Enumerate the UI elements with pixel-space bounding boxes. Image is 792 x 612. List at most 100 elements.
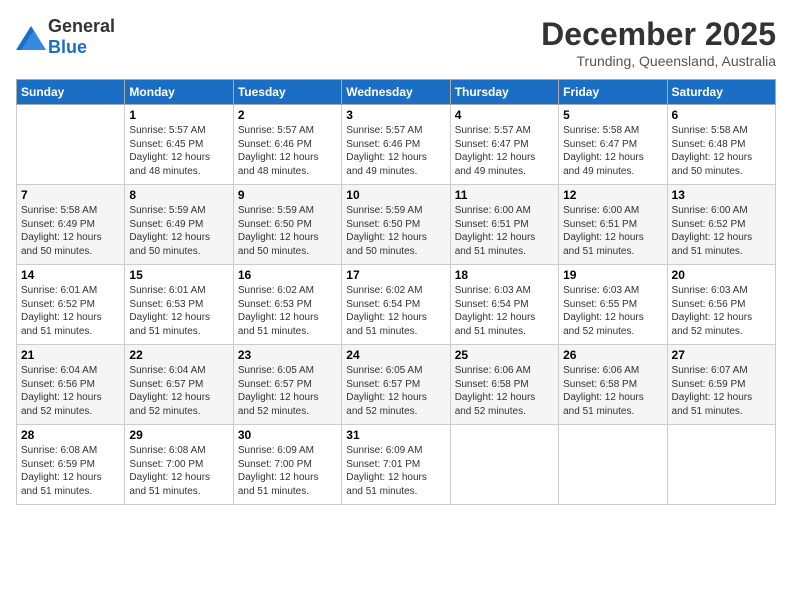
day-info: Sunrise: 6:05 AMSunset: 6:57 PMDaylight:…	[346, 364, 445, 418]
day-number: 29	[129, 428, 228, 442]
calendar-cell: 26Sunrise: 6:06 AMSunset: 6:58 PMDayligh…	[559, 345, 667, 425]
page-header: General Blue December 2025 Trunding, Que…	[16, 16, 776, 69]
calendar-cell: 4 Sunrise: 5:57 AMSunset: 6:47 PMDaylight…	[450, 105, 558, 185]
calendar-week-row: 14Sunrise: 6:01 AMSunset: 6:52 PMDayligh…	[17, 265, 776, 345]
day-number: 2	[238, 108, 337, 122]
day-number: 14	[21, 268, 120, 282]
day-info: Sunrise: 6:04 AMSunset: 6:56 PMDaylight:…	[21, 364, 120, 418]
day-number: 24	[346, 348, 445, 362]
calendar-cell: 30 Sunrise: 6:09 AMSunset: 7:00 PMDayligh…	[233, 425, 341, 505]
calendar-cell: 19 Sunrise: 6:03 AMSunset: 6:55 PMDayligh…	[559, 265, 667, 345]
day-info: Sunrise: 6:09 AMSunset: 7:00 PMDaylight:…	[238, 444, 337, 498]
calendar-cell: 23Sunrise: 6:05 AMSunset: 6:57 PMDayligh…	[233, 345, 341, 425]
day-info: Sunrise: 6:01 AMSunset: 6:53 PMDaylight:…	[129, 284, 228, 338]
day-number: 15	[129, 268, 228, 282]
day-number: 19	[563, 268, 662, 282]
dow-header: Wednesday	[342, 80, 450, 105]
days-of-week-row: SundayMondayTuesdayWednesdayThursdayFrid…	[17, 80, 776, 105]
day-info: Sunrise: 5:57 AMSunset: 6:45 PMDaylight:…	[129, 124, 228, 178]
day-info: Sunrise: 6:03 AMSunset: 6:56 PMDaylight:…	[672, 284, 771, 338]
calendar-cell	[559, 425, 667, 505]
calendar-cell: 22 Sunrise: 6:04 AMSunset: 6:57 PMDayligh…	[125, 345, 233, 425]
calendar-cell: 25 Sunrise: 6:06 AMSunset: 6:58 PMDayligh…	[450, 345, 558, 425]
day-number: 27	[672, 348, 771, 362]
calendar-cell: 20 Sunrise: 6:03 AMSunset: 6:56 PMDayligh…	[667, 265, 775, 345]
calendar-week-row: 21 Sunrise: 6:04 AMSunset: 6:56 PMDayligh…	[17, 345, 776, 425]
calendar-cell: 6 Sunrise: 5:58 AMSunset: 6:48 PMDaylight…	[667, 105, 775, 185]
day-number: 30	[238, 428, 337, 442]
calendar-cell: 13 Sunrise: 6:00 AMSunset: 6:52 PMDayligh…	[667, 185, 775, 265]
day-number: 10	[346, 188, 445, 202]
day-number: 4	[455, 108, 554, 122]
day-number: 8	[129, 188, 228, 202]
day-info: Sunrise: 5:58 AMSunset: 6:47 PMDaylight:…	[563, 124, 662, 178]
calendar-cell: 9 Sunrise: 5:59 AMSunset: 6:50 PMDaylight…	[233, 185, 341, 265]
calendar-week-row: 7 Sunrise: 5:58 AMSunset: 6:49 PMDaylight…	[17, 185, 776, 265]
logo-text: General Blue	[48, 16, 115, 58]
calendar-body: 1Sunrise: 5:57 AMSunset: 6:45 PMDaylight…	[17, 105, 776, 505]
day-info: Sunrise: 6:03 AMSunset: 6:55 PMDaylight:…	[563, 284, 662, 338]
calendar-cell: 2Sunrise: 5:57 AMSunset: 6:46 PMDaylight…	[233, 105, 341, 185]
location-title: Trunding, Queensland, Australia	[541, 53, 776, 69]
month-title: December 2025	[541, 16, 776, 53]
calendar-cell: 10Sunrise: 5:59 AMSunset: 6:50 PMDayligh…	[342, 185, 450, 265]
calendar-cell: 11Sunrise: 6:00 AMSunset: 6:51 PMDayligh…	[450, 185, 558, 265]
calendar-cell	[17, 105, 125, 185]
day-info: Sunrise: 5:59 AMSunset: 6:50 PMDaylight:…	[238, 204, 337, 258]
calendar-cell: 15 Sunrise: 6:01 AMSunset: 6:53 PMDayligh…	[125, 265, 233, 345]
day-info: Sunrise: 6:00 AMSunset: 6:51 PMDaylight:…	[563, 204, 662, 258]
day-info: Sunrise: 6:02 AMSunset: 6:54 PMDaylight:…	[346, 284, 445, 338]
day-info: Sunrise: 5:57 AMSunset: 6:47 PMDaylight:…	[455, 124, 554, 178]
logo: General Blue	[16, 16, 115, 58]
day-info: Sunrise: 6:07 AMSunset: 6:59 PMDaylight:…	[672, 364, 771, 418]
logo-general: General	[48, 16, 115, 36]
day-info: Sunrise: 5:58 AMSunset: 6:49 PMDaylight:…	[21, 204, 120, 258]
logo-blue: Blue	[48, 37, 87, 57]
dow-header: Friday	[559, 80, 667, 105]
day-info: Sunrise: 6:03 AMSunset: 6:54 PMDaylight:…	[455, 284, 554, 338]
calendar-cell: 28 Sunrise: 6:08 AMSunset: 6:59 PMDayligh…	[17, 425, 125, 505]
day-number: 26	[563, 348, 662, 362]
calendar-table: SundayMondayTuesdayWednesdayThursdayFrid…	[16, 79, 776, 505]
day-info: Sunrise: 6:00 AMSunset: 6:52 PMDaylight:…	[672, 204, 771, 258]
logo-icon	[16, 26, 44, 48]
day-number: 20	[672, 268, 771, 282]
calendar-cell: 17Sunrise: 6:02 AMSunset: 6:54 PMDayligh…	[342, 265, 450, 345]
calendar-week-row: 1Sunrise: 5:57 AMSunset: 6:45 PMDaylight…	[17, 105, 776, 185]
calendar-cell: 21 Sunrise: 6:04 AMSunset: 6:56 PMDayligh…	[17, 345, 125, 425]
day-number: 9	[238, 188, 337, 202]
day-number: 23	[238, 348, 337, 362]
day-info: Sunrise: 6:06 AMSunset: 6:58 PMDaylight:…	[455, 364, 554, 418]
dow-header: Monday	[125, 80, 233, 105]
day-number: 11	[455, 188, 554, 202]
day-number: 7	[21, 188, 120, 202]
day-number: 25	[455, 348, 554, 362]
calendar-cell: 16Sunrise: 6:02 AMSunset: 6:53 PMDayligh…	[233, 265, 341, 345]
day-number: 6	[672, 108, 771, 122]
day-number: 18	[455, 268, 554, 282]
day-number: 5	[563, 108, 662, 122]
day-number: 21	[21, 348, 120, 362]
calendar-cell: 1Sunrise: 5:57 AMSunset: 6:45 PMDaylight…	[125, 105, 233, 185]
day-info: Sunrise: 5:57 AMSunset: 6:46 PMDaylight:…	[346, 124, 445, 178]
calendar-cell: 24 Sunrise: 6:05 AMSunset: 6:57 PMDayligh…	[342, 345, 450, 425]
day-number: 22	[129, 348, 228, 362]
day-info: Sunrise: 5:58 AMSunset: 6:48 PMDaylight:…	[672, 124, 771, 178]
day-info: Sunrise: 6:04 AMSunset: 6:57 PMDaylight:…	[129, 364, 228, 418]
calendar-cell: 8 Sunrise: 5:59 AMSunset: 6:49 PMDaylight…	[125, 185, 233, 265]
day-number: 28	[21, 428, 120, 442]
dow-header: Thursday	[450, 80, 558, 105]
day-number: 13	[672, 188, 771, 202]
day-number: 31	[346, 428, 445, 442]
calendar-cell: 29 Sunrise: 6:08 AMSunset: 7:00 PMDayligh…	[125, 425, 233, 505]
day-info: Sunrise: 6:08 AMSunset: 6:59 PMDaylight:…	[21, 444, 120, 498]
day-number: 3	[346, 108, 445, 122]
calendar-cell	[450, 425, 558, 505]
calendar-cell: 12 Sunrise: 6:00 AMSunset: 6:51 PMDayligh…	[559, 185, 667, 265]
day-number: 16	[238, 268, 337, 282]
calendar-cell: 7 Sunrise: 5:58 AMSunset: 6:49 PMDaylight…	[17, 185, 125, 265]
day-number: 12	[563, 188, 662, 202]
day-info: Sunrise: 6:08 AMSunset: 7:00 PMDaylight:…	[129, 444, 228, 498]
calendar-cell: 31Sunrise: 6:09 AMSunset: 7:01 PMDayligh…	[342, 425, 450, 505]
day-info: Sunrise: 5:59 AMSunset: 6:49 PMDaylight:…	[129, 204, 228, 258]
